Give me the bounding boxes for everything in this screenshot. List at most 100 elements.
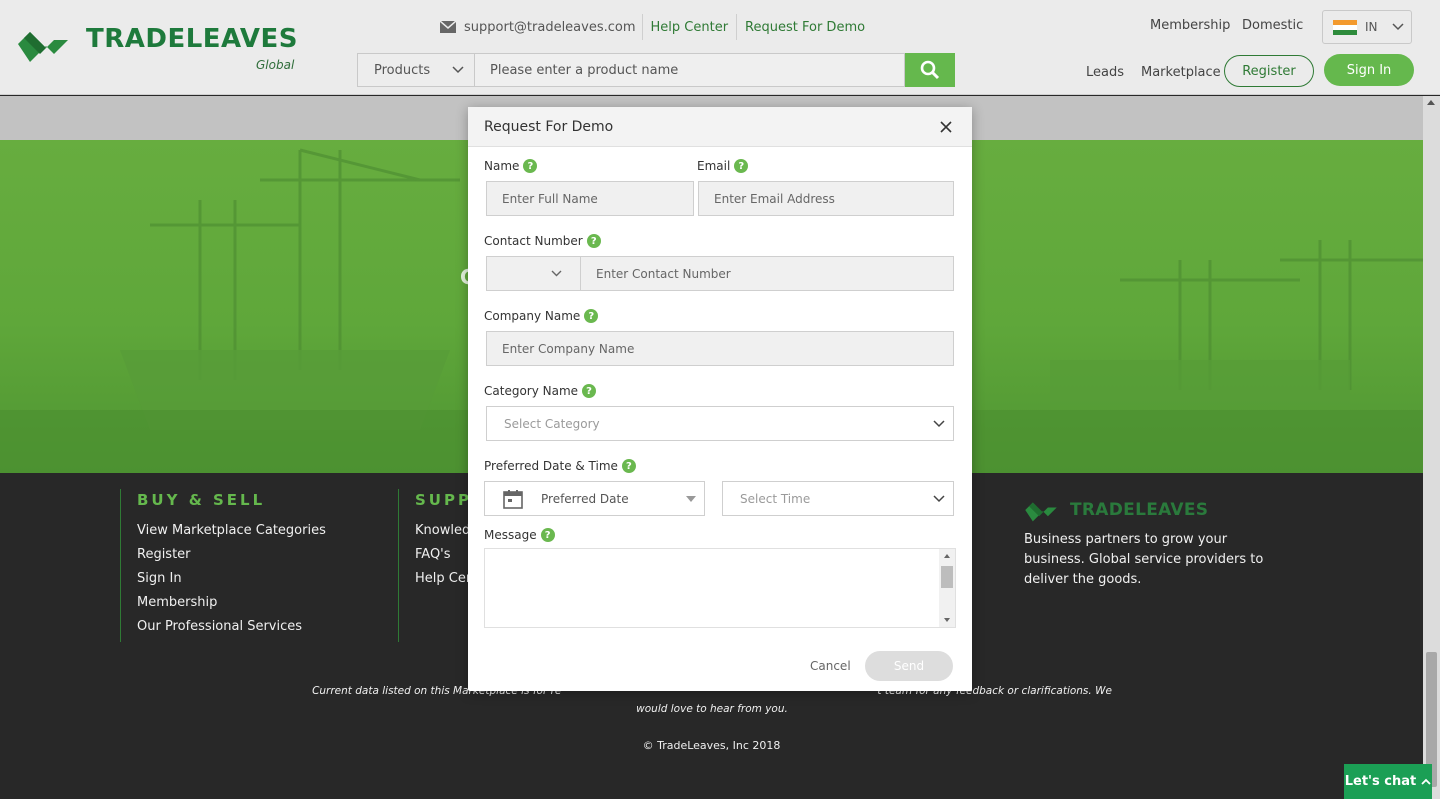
nav-membership[interactable]: Membership: [1150, 18, 1230, 33]
textarea-scrollbar-thumb[interactable]: [941, 566, 953, 588]
category-select-value: Select Category: [504, 416, 600, 431]
help-icon[interactable]: ?: [582, 384, 597, 398]
name-label-text: Name: [484, 159, 520, 173]
chevron-down-icon: [551, 270, 562, 277]
chevron-down-icon: [1391, 23, 1404, 31]
nav-domestic[interactable]: Domestic: [1242, 18, 1303, 33]
category-label: Category Name ?: [484, 384, 597, 398]
search-category-select[interactable]: Products: [357, 53, 475, 87]
close-icon: [940, 120, 952, 133]
request-demo-modal: Request For Demo Name ? Email ? Enter Fu…: [468, 107, 972, 691]
footer-link-professional-services[interactable]: Our Professional Services: [137, 615, 326, 639]
support-email[interactable]: support@tradeleaves.com: [440, 14, 643, 40]
footer-link-marketplace-categories[interactable]: View Marketplace Categories: [137, 519, 326, 543]
footer-link-membership[interactable]: Membership: [137, 591, 326, 615]
nav-leads[interactable]: Leads: [1086, 65, 1124, 80]
help-icon[interactable]: ?: [584, 309, 599, 323]
country-code: IN: [1365, 20, 1378, 34]
signin-button[interactable]: Sign In: [1324, 54, 1414, 86]
email-input[interactable]: Enter Email Address: [698, 181, 954, 216]
page-scrollbar[interactable]: [1423, 96, 1440, 799]
footer-logo[interactable]: TRADELEAVES: [1024, 497, 1208, 527]
date-picker[interactable]: Preferred Date: [484, 481, 705, 516]
brand-name: TRADELEAVES: [86, 24, 299, 54]
top-links: support@tradeleaves.com Help Center Requ…: [440, 14, 873, 40]
message-textarea[interactable]: [484, 548, 956, 628]
search-icon: [920, 60, 940, 80]
support-email-text: support@tradeleaves.com: [464, 19, 636, 35]
company-label-text: Company Name: [484, 309, 581, 323]
footer-buy-sell-title: BUY & SELL: [137, 491, 266, 509]
textarea-scrollbar[interactable]: [939, 549, 955, 627]
chevron-down-icon: [933, 494, 945, 502]
search-input[interactable]: Please enter a product name: [475, 53, 905, 87]
help-icon[interactable]: ?: [523, 159, 538, 173]
leaf-logo-icon: [18, 32, 68, 62]
footer-link-register[interactable]: Register: [137, 543, 326, 567]
footer-tagline: Business partners to grow your business.…: [1024, 532, 1264, 587]
date-picker-value: Preferred Date: [541, 491, 629, 506]
contact-label-text: Contact Number: [484, 234, 583, 248]
site-header: TRADELEAVES Global support@tradeleaves.c…: [0, 0, 1440, 95]
chevron-up-icon: [1421, 778, 1431, 785]
chat-label: Let's chat: [1344, 774, 1417, 789]
calendar-icon: [503, 489, 523, 509]
message-label-text: Message: [484, 528, 537, 542]
product-search: Products Please enter a product name: [357, 53, 955, 87]
footer-disclaimer-line2: would love to hear from you.: [636, 703, 788, 715]
footer-link-knowledge[interactable]: Knowled: [415, 519, 474, 543]
email-label: Email ?: [697, 159, 749, 173]
footer-buy-sell: BUY & SELL View Marketplace Categories R…: [120, 489, 326, 642]
chevron-down-icon: [933, 419, 945, 427]
footer-link-signin[interactable]: Sign In: [137, 567, 326, 591]
help-center-link[interactable]: Help Center: [643, 14, 738, 40]
leaf-logo-icon: [1025, 502, 1057, 522]
brand-logo[interactable]: TRADELEAVES Global: [16, 22, 306, 78]
register-button[interactable]: Register: [1224, 55, 1314, 87]
message-label: Message ?: [484, 528, 555, 542]
scroll-up-arrow-icon[interactable]: [1427, 100, 1435, 105]
footer-link-help-center[interactable]: Help Cen: [415, 567, 474, 591]
help-icon[interactable]: ?: [734, 159, 749, 173]
mail-icon: [440, 21, 456, 33]
footer-support-title: SUPP: [415, 491, 472, 509]
footer-link-faqs[interactable]: FAQ's: [415, 543, 474, 567]
chat-button[interactable]: Let's chat: [1344, 764, 1432, 799]
send-button[interactable]: Send: [865, 651, 953, 681]
scroll-down-arrow-icon[interactable]: [939, 615, 955, 625]
datetime-label: Preferred Date & Time ?: [484, 459, 636, 473]
help-icon[interactable]: ?: [540, 528, 555, 542]
india-flag-icon: [1333, 19, 1357, 35]
footer-brand-name: TRADELEAVES: [1070, 500, 1209, 520]
time-select[interactable]: Select Time: [722, 481, 954, 516]
cancel-button[interactable]: Cancel: [810, 659, 851, 673]
modal-title: Request For Demo: [484, 118, 614, 135]
help-icon[interactable]: ?: [621, 459, 636, 473]
contact-input[interactable]: Enter Contact Number: [580, 256, 954, 291]
caret-down-icon: [686, 495, 696, 502]
company-label: Company Name ?: [484, 309, 599, 323]
brand-subtitle: Global: [256, 58, 295, 72]
scroll-up-arrow-icon[interactable]: [939, 551, 955, 561]
help-icon[interactable]: ?: [586, 234, 601, 248]
chevron-down-icon: [452, 66, 464, 74]
category-label-text: Category Name: [484, 384, 579, 398]
email-label-text: Email: [697, 159, 731, 173]
name-input[interactable]: Enter Full Name: [486, 181, 694, 216]
request-demo-link[interactable]: Request For Demo: [737, 14, 873, 40]
search-button[interactable]: [905, 53, 955, 87]
footer-support: SUPP Knowled FAQ's Help Cen: [398, 489, 474, 642]
footer-copyright: © TradeLeaves, Inc 2018: [642, 739, 781, 752]
contact-label: Contact Number ?: [484, 234, 601, 248]
company-input[interactable]: Enter Company Name: [486, 331, 954, 366]
country-code-select[interactable]: [486, 256, 581, 291]
country-select[interactable]: IN: [1322, 10, 1412, 44]
category-select[interactable]: Select Category: [486, 406, 954, 441]
date-picker-content: Preferred Date: [503, 489, 629, 509]
close-button[interactable]: [936, 117, 956, 137]
datetime-label-text: Preferred Date & Time: [484, 459, 618, 473]
nav-marketplace[interactable]: Marketplace: [1141, 65, 1221, 80]
search-category-value: Products: [374, 62, 431, 78]
modal-header: Request For Demo: [468, 107, 972, 147]
time-select-value: Select Time: [740, 491, 811, 506]
